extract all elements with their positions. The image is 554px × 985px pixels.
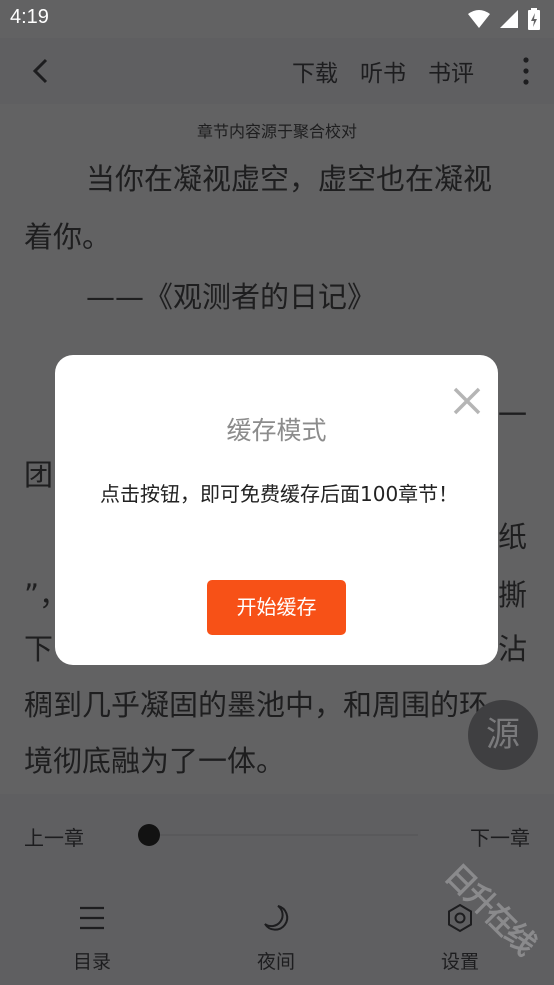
text-line: 当你在凝视虚空，虚空也在凝视 <box>86 162 493 196</box>
nav-label: 设置 <box>440 951 479 973</box>
more-vert-icon[interactable] <box>520 56 532 86</box>
status-icons <box>468 8 540 30</box>
moon-icon <box>264 905 289 931</box>
next-chapter-button[interactable]: 下一章 <box>470 822 530 851</box>
status-bar: 4:19 <box>0 0 554 38</box>
dialog-message: 点击按钮，即可免费缓存后面100章节！ <box>100 482 459 506</box>
source-button[interactable]: 源 <box>468 700 538 770</box>
wifi-icon <box>468 10 490 28</box>
text-line: 着你。 <box>24 220 112 254</box>
progress-track[interactable] <box>138 834 418 836</box>
menu-list-icon <box>80 906 104 930</box>
text-line: 境彻底融为了一体。 <box>24 744 286 778</box>
nav-item-night[interactable]: 夜间 <box>216 880 336 985</box>
battery-charging-icon <box>528 8 540 30</box>
progress-thumb[interactable] <box>138 824 161 846</box>
listen-button[interactable]: 听书 <box>360 54 406 88</box>
cell-signal-icon <box>500 10 518 28</box>
nav-item-catalog[interactable]: 目录 <box>32 880 152 985</box>
status-time: 4:19 <box>10 6 49 28</box>
text-line: ——《观测者的日记》 <box>86 280 377 314</box>
nav-label: 夜间 <box>256 951 295 973</box>
top-app-bar: 下载 听书 书评 <box>0 38 554 104</box>
source-note: 章节内容源于聚合校对 <box>196 122 357 141</box>
download-button[interactable]: 下载 <box>292 54 338 88</box>
text-line: 一 <box>498 398 528 432</box>
prev-chapter-button[interactable]: 上一章 <box>24 822 84 851</box>
text-line: 纸 <box>498 520 528 554</box>
text-line: 沾 <box>498 632 528 666</box>
text-line: 下 <box>24 632 54 666</box>
cache-mode-dialog: 缓存模式 点击按钮，即可免费缓存后面100章节！ 开始缓存 <box>55 355 498 665</box>
text-line: 团 <box>24 458 54 492</box>
start-cache-button[interactable]: 开始缓存 <box>207 580 346 635</box>
dialog-title: 缓存模式 <box>226 416 327 445</box>
nav-label: 目录 <box>72 951 111 973</box>
text-line: 撕 <box>498 578 528 612</box>
review-button[interactable]: 书评 <box>428 54 474 88</box>
text-line: 稠到几乎凝固的墨池中，和周围的环 <box>24 688 489 722</box>
back-arrow-icon[interactable] <box>24 54 58 88</box>
